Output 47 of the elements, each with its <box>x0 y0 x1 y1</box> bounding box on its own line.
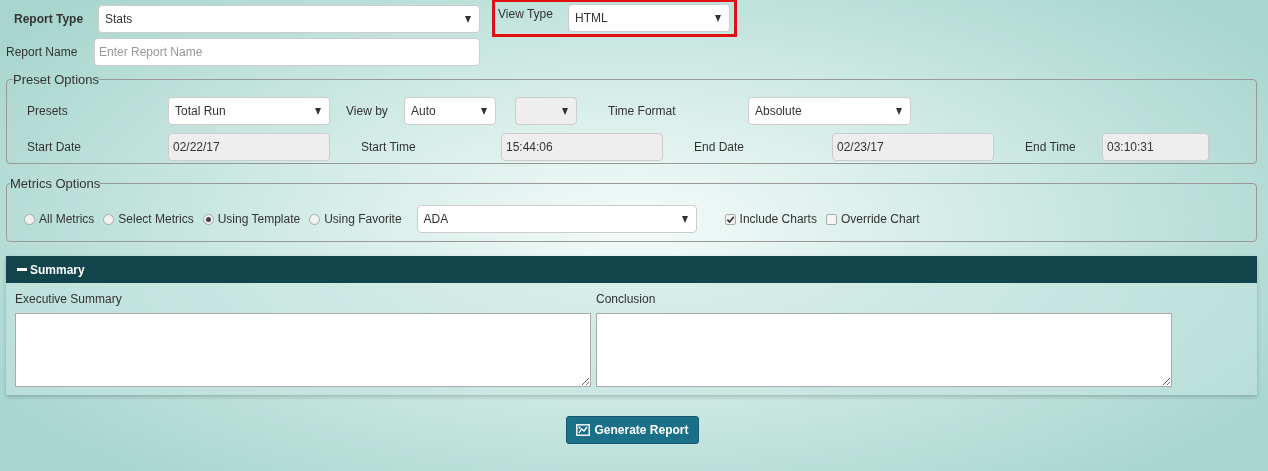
option-label: Include Charts <box>739 212 817 226</box>
caret-icon <box>562 107 568 115</box>
caret-icon <box>315 107 321 115</box>
checkbox[interactable] <box>825 213 837 225</box>
field-label: Start Time <box>361 140 417 154</box>
option-label: All Metrics <box>39 212 95 226</box>
option-label: Using Template <box>217 212 301 226</box>
radio-button[interactable] <box>309 213 321 225</box>
field-label: Presets <box>27 104 69 118</box>
time-format-select[interactable]: Absolute <box>748 97 911 125</box>
generate-report-button[interactable]: Generate Report <box>566 416 699 444</box>
field-label: Executive Summary <box>15 292 123 306</box>
radio-button[interactable] <box>202 213 214 225</box>
panel-legend: Metrics Options <box>10 176 101 191</box>
caret-icon <box>465 15 471 23</box>
checkbox[interactable] <box>724 213 736 225</box>
option-label: Override Chart <box>840 212 920 226</box>
text-area[interactable] <box>15 313 591 387</box>
view-type-select[interactable]: HTML <box>568 4 730 32</box>
option-label: Using Favorite <box>324 212 402 226</box>
field-label: Start Date <box>27 140 83 154</box>
check-icon <box>725 214 735 224</box>
report-type-select[interactable]: Stats <box>98 5 480 33</box>
template-select[interactable]: ADA <box>416 205 697 233</box>
view-by-select[interactable]: Auto <box>404 97 496 125</box>
caret-icon <box>481 107 487 115</box>
field-label: View by <box>346 104 389 118</box>
option-label: Select Metrics <box>118 212 194 226</box>
field-label: Report Name <box>6 45 79 59</box>
panel-title: Summary <box>30 262 85 277</box>
field-label: End Date <box>694 140 746 154</box>
panel-legend: Preset Options <box>13 72 99 87</box>
text-area[interactable] <box>596 313 1172 387</box>
presets-select[interactable]: Total Run <box>168 97 330 125</box>
field-label: Time Format <box>608 104 677 118</box>
field-label: End Time <box>1025 140 1077 154</box>
radio-button[interactable] <box>24 213 35 225</box>
radio-button[interactable] <box>103 213 115 225</box>
field-label: Report Type <box>14 12 85 26</box>
report-icon <box>576 424 591 436</box>
field-label: Conclusion <box>596 292 657 306</box>
caret-icon <box>896 107 902 115</box>
caret-icon <box>715 14 721 22</box>
field-label: View Type <box>498 7 554 21</box>
report-name-field[interactable]: Enter Report Name <box>94 38 480 66</box>
caret-icon <box>681 215 688 223</box>
panel-header[interactable]: Summary <box>6 256 1257 283</box>
